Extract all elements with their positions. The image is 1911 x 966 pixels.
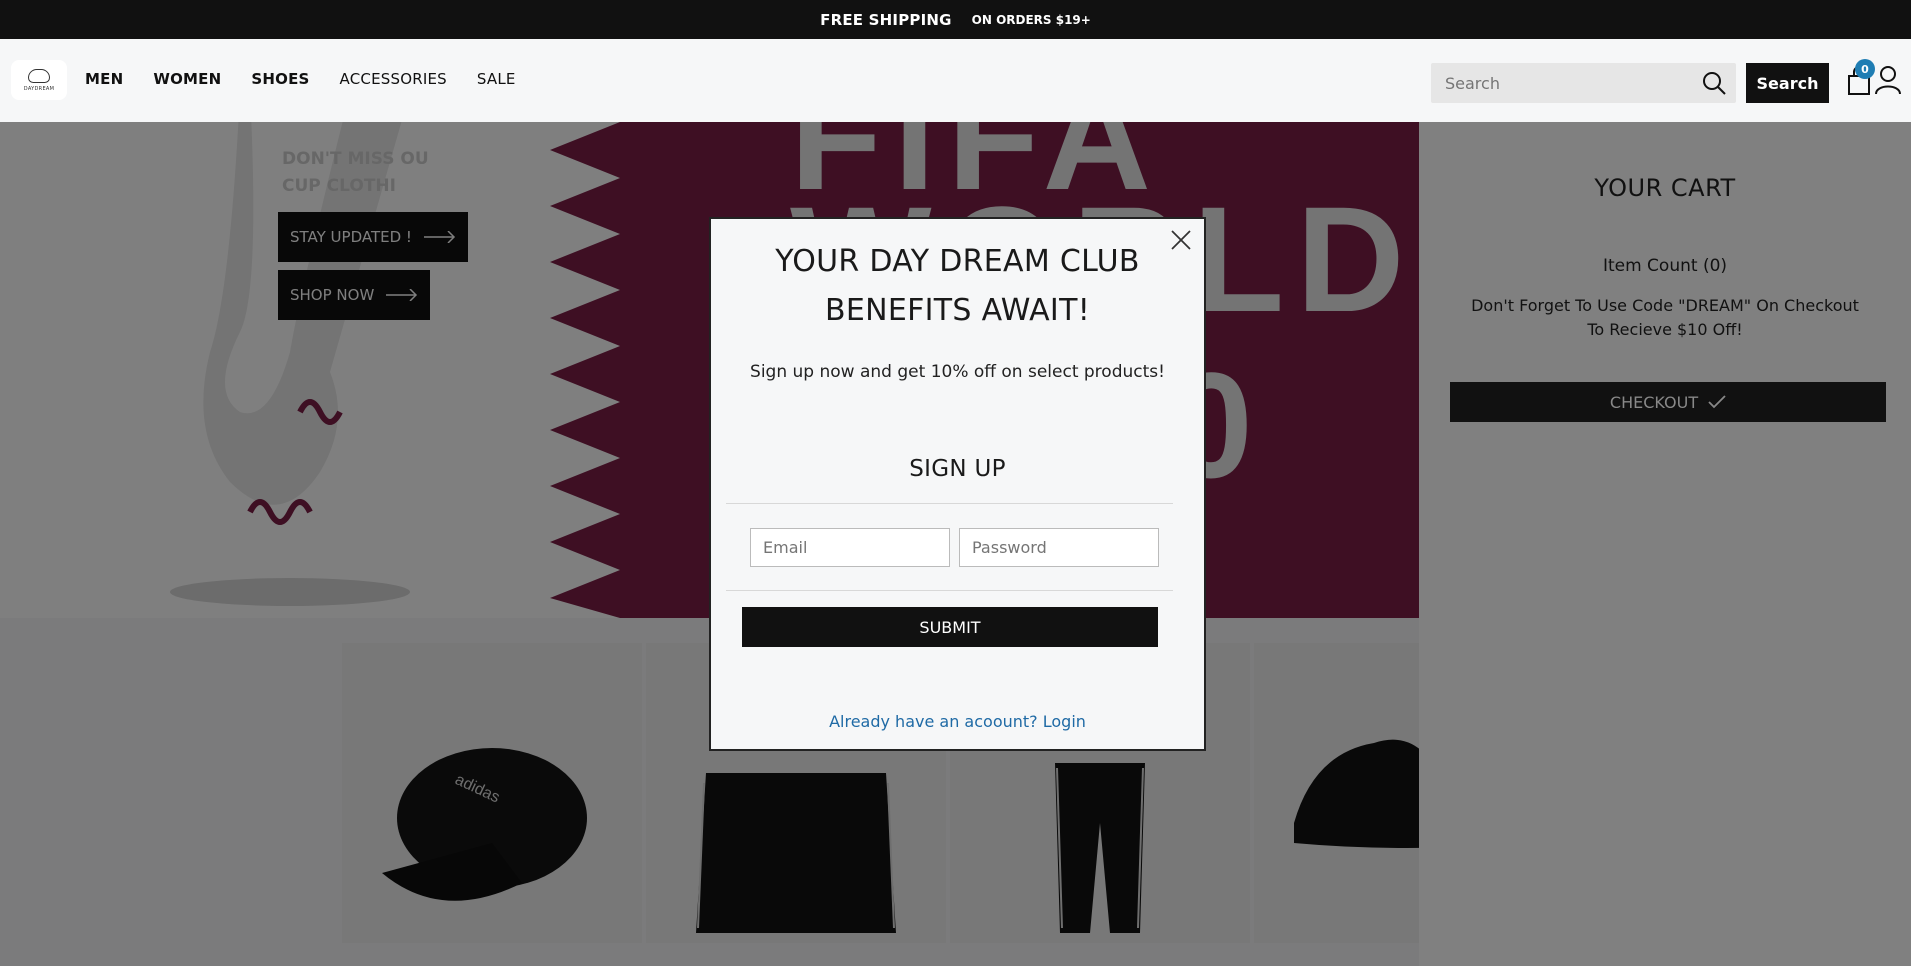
password-field[interactable] [959,528,1159,567]
cart-item-count: Item Count (0) [1602,256,1728,276]
nav-accessories[interactable]: ACCESSORIES [340,70,447,88]
divider [726,590,1173,591]
banner-free-shipping: FREE SHIPPING [820,10,952,29]
banner-orders: ON ORDERS $19+ [971,12,1091,27]
logo-text: DAYDREAM [23,85,55,92]
cart-count-badge: 0 [1855,59,1875,79]
checkmark-icon [1708,395,1726,409]
search-icon[interactable] [1702,71,1726,95]
cart-title: YOUR CART [1594,174,1736,202]
signup-modal: YOUR DAY DREAM CLUB BENEFITS AWAIT! Sign… [709,217,1206,751]
checkout-button[interactable]: CHECKOUT [1450,382,1886,422]
search-button[interactable]: Search [1746,63,1829,103]
modal-heading-line2: BENEFITS AWAIT! [824,293,1091,328]
modal-heading-line1: YOUR DAY DREAM CLUB [775,244,1140,279]
cart-panel: YOUR CART Item Count (0) Don't Forget To… [1419,122,1911,966]
search-input[interactable] [1431,63,1691,103]
site-logo[interactable]: DAYDREAM [11,60,67,100]
main-nav: MEN WOMEN SHOES ACCESSORIES SALE [85,70,516,88]
shipping-banner: FREE SHIPPING ON ORDERS $19+ [0,0,1911,39]
search-box [1431,63,1736,103]
signup-title: SIGN UP [909,456,1006,482]
site-header: DAYDREAM MEN WOMEN SHOES ACCESSORIES SAL… [0,39,1911,122]
nav-sale[interactable]: SALE [477,70,516,88]
checkout-label: CHECKOUT [1609,392,1699,412]
submit-button[interactable]: SUBMIT [742,607,1158,647]
login-link[interactable]: Already have an acoount? Login [711,712,1204,731]
nav-men[interactable]: MEN [85,70,123,88]
nav-women[interactable]: WOMEN [153,70,221,88]
email-field[interactable] [750,528,950,567]
nav-shoes[interactable]: SHOES [251,70,309,88]
modal-subtitle: Sign up now and get 10% off on select pr… [750,362,1165,382]
cart-promo-text: Don't Forget To Use Code "DREAM" On Chec… [1471,296,1859,339]
divider [726,503,1173,504]
cloud-icon [28,68,50,83]
modal-heading: YOUR DAY DREAM CLUB BENEFITS AWAIT! [711,237,1204,335]
user-icon[interactable] [1874,65,1902,95]
